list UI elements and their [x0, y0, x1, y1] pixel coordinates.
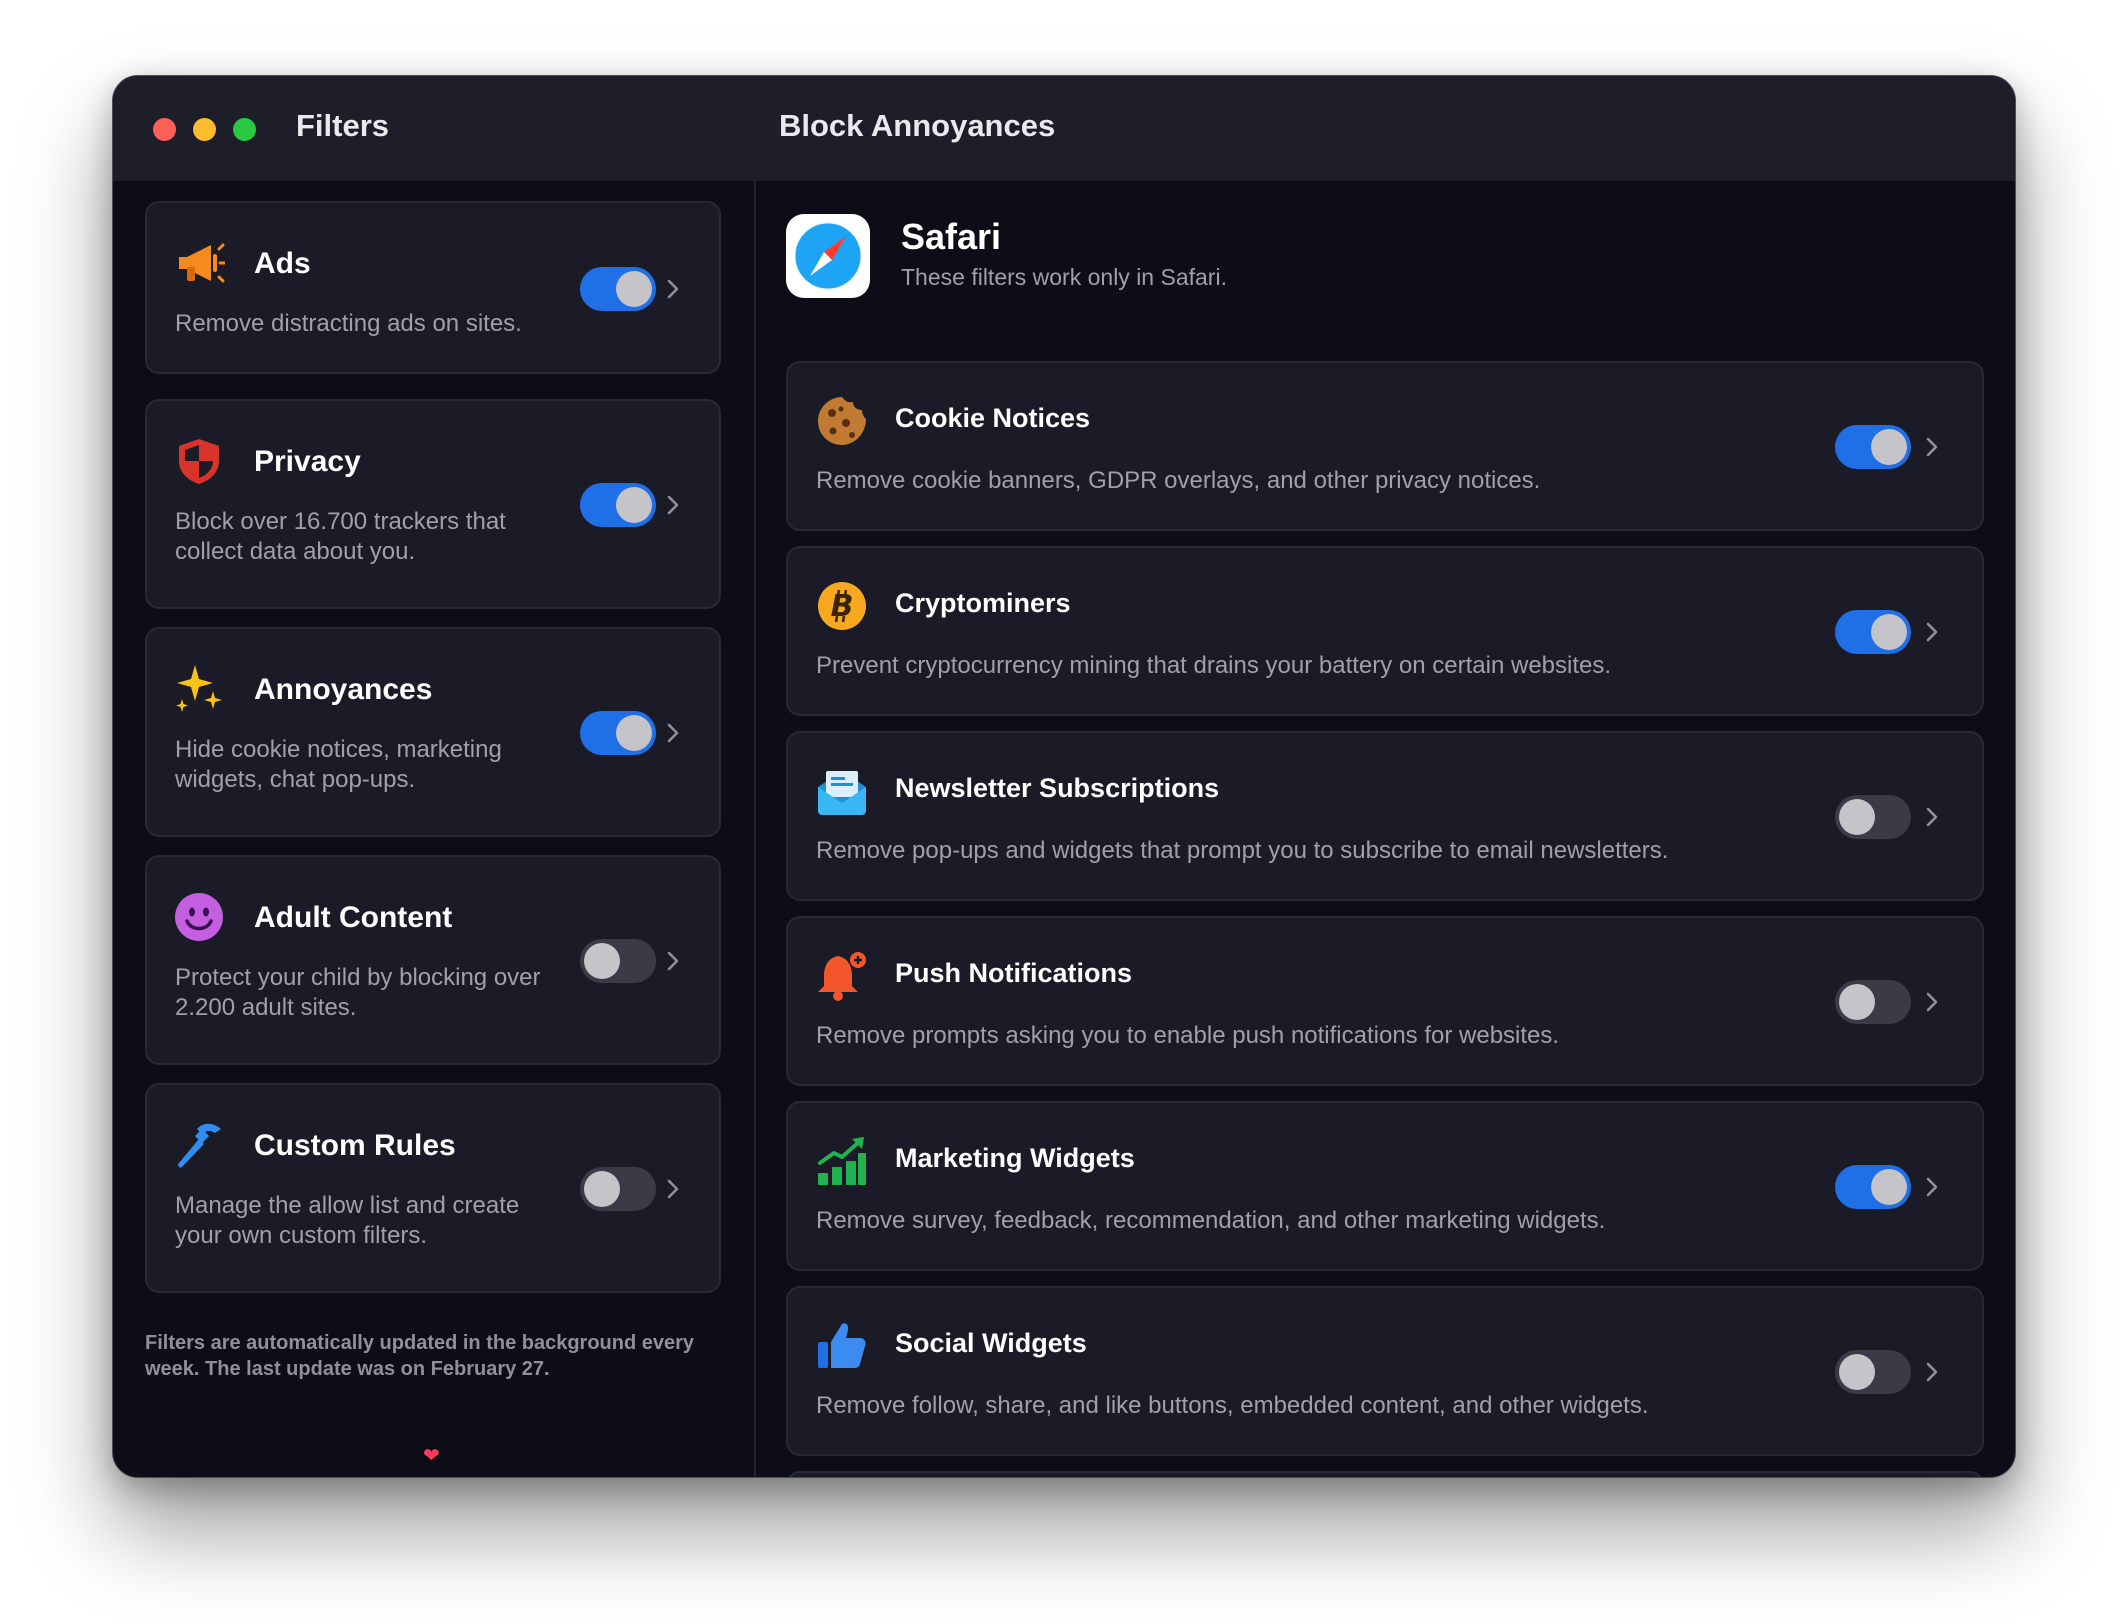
chevron-right-icon[interactable]	[1921, 1176, 1943, 1198]
sidebar-item-title: Privacy	[254, 445, 361, 478]
close-window-button[interactable]	[153, 118, 176, 141]
chevron-right-icon[interactable]	[1921, 991, 1943, 1013]
filter-title: Cookie Notices	[895, 403, 1091, 433]
privacy-toggle[interactable]	[580, 483, 656, 527]
filter-card-partial[interactable]	[786, 1471, 1984, 1477]
custom-rules-toggle[interactable]	[580, 1167, 656, 1211]
toggle-knob	[584, 943, 620, 979]
annoyances-toggle[interactable]	[580, 711, 656, 755]
filter-title: Social Widgets	[895, 1328, 1087, 1358]
browser-name: Safari	[901, 216, 1002, 257]
browser-subtitle: These filters work only in Safari.	[901, 264, 1227, 290]
filter-title: Cryptominers	[895, 588, 1071, 618]
chevron-right-icon[interactable]	[662, 950, 684, 972]
zoom-window-button[interactable]	[233, 118, 256, 141]
cryptominers-toggle[interactable]	[1835, 610, 1911, 654]
adult-content-toggle[interactable]	[580, 939, 656, 983]
sidebar-item-description: Block over 16.700 trackers that collect …	[175, 508, 506, 565]
thumbs-up-icon	[816, 1320, 868, 1372]
filter-title: Push Notifications	[895, 958, 1133, 988]
filter-push-notifications[interactable]: Push Notifications Remove prompts asking…	[786, 916, 1984, 1086]
chart-icon	[816, 1135, 868, 1187]
toggle-knob	[616, 271, 652, 307]
sidebar-item-privacy[interactable]: Privacy Block over 16.700 trackers that …	[145, 399, 721, 609]
filter-description: Prevent cryptocurrency mining that drain…	[816, 652, 1612, 679]
toggle-knob	[1839, 984, 1875, 1020]
toggle-knob	[1871, 429, 1907, 465]
chevron-right-icon[interactable]	[1921, 806, 1943, 828]
filter-description: Remove pop-ups and widgets that prompt y…	[816, 837, 1669, 864]
megaphone-icon	[173, 237, 225, 289]
chevron-right-icon[interactable]	[1921, 1361, 1943, 1383]
filter-description: Remove follow, share, and like buttons, …	[816, 1392, 1649, 1419]
sidebar-item-description: Protect your child by blocking over 2.20…	[175, 964, 541, 1021]
sidebar-item-description: Manage the allow list and create your ow…	[175, 1192, 520, 1249]
sidebar-item-title: Custom Rules	[254, 1129, 456, 1162]
cookie-icon	[816, 395, 868, 447]
app-window: Filters Block Annoyances Ads Remove dist…	[112, 75, 2016, 1478]
filter-cryptominers[interactable]: B Cryptominers Prevent cryptocurrency mi…	[786, 546, 1984, 716]
hammer-icon	[173, 1119, 225, 1171]
sidebar-title: Filters	[296, 108, 390, 143]
chevron-right-icon[interactable]	[662, 722, 684, 744]
chevron-right-icon[interactable]	[1921, 621, 1943, 643]
filter-title: Marketing Widgets	[895, 1143, 1135, 1173]
toggle-knob	[616, 715, 652, 751]
push-notifications-toggle[interactable]	[1835, 980, 1911, 1024]
toggle-knob	[616, 487, 652, 523]
filter-description: Remove cookie banners, GDPR overlays, an…	[816, 467, 1541, 494]
social-widgets-toggle[interactable]	[1835, 1350, 1911, 1394]
safari-icon	[786, 214, 870, 298]
filter-description: Remove prompts asking you to enable push…	[816, 1022, 1560, 1049]
toggle-knob	[584, 1171, 620, 1207]
sidebar-item-ads[interactable]: Ads Remove distracting ads on sites.	[145, 201, 721, 374]
title-bar: Filters Block Annoyances	[113, 76, 2015, 181]
toggle-knob	[1871, 1169, 1907, 1205]
bell-icon	[816, 950, 868, 1002]
chevron-right-icon[interactable]	[1921, 436, 1943, 458]
marketing-widgets-toggle[interactable]	[1835, 1165, 1911, 1209]
toggle-knob	[1839, 799, 1875, 835]
filter-description: Remove survey, feedback, recommendation,…	[816, 1207, 1606, 1234]
update-footnote: Filters are automatically updated in the…	[145, 1332, 695, 1380]
shield-icon	[173, 435, 225, 487]
page-title: Block Annoyances	[779, 108, 1056, 143]
chevron-right-icon[interactable]	[662, 494, 684, 516]
filter-marketing-widgets[interactable]: Marketing Widgets Remove survey, feedbac…	[786, 1101, 1984, 1271]
minimize-window-button[interactable]	[193, 118, 216, 141]
chevron-right-icon[interactable]	[662, 1178, 684, 1200]
cookie-notices-toggle[interactable]	[1835, 425, 1911, 469]
chevron-right-icon[interactable]	[662, 278, 684, 300]
newsletter-subscriptions-toggle[interactable]	[1835, 795, 1911, 839]
sidebar-item-description: Remove distracting ads on sites.	[175, 310, 522, 337]
filter-title: Newsletter Subscriptions	[895, 773, 1220, 803]
sidebar-item-description: Hide cookie notices, marketing widgets, …	[175, 736, 502, 793]
svg-text:B: B	[831, 589, 854, 624]
ads-toggle[interactable]	[580, 267, 656, 311]
toggle-knob	[1839, 1354, 1875, 1390]
filter-social-widgets[interactable]: Social Widgets Remove follow, share, and…	[786, 1286, 1984, 1456]
heart-icon: ❤	[423, 1445, 440, 1467]
filter-newsletter-subscriptions[interactable]: Newsletter Subscriptions Remove pop-ups …	[786, 731, 1984, 901]
filter-cookie-notices[interactable]: Cookie Notices Remove cookie banners, GD…	[786, 361, 1984, 531]
sidebar-item-annoyances[interactable]: Annoyances Hide cookie notices, marketin…	[145, 627, 721, 837]
sidebar-item-title: Ads	[254, 247, 311, 280]
sidebar-item-adult-content[interactable]: Adult Content Protect your child by bloc…	[145, 855, 721, 1065]
sidebar-item-custom-rules[interactable]: Custom Rules Manage the allow list and c…	[145, 1083, 721, 1293]
sparkles-icon	[173, 663, 225, 715]
sidebar-divider	[754, 181, 756, 1477]
sidebar-item-title: Adult Content	[254, 901, 453, 934]
sidebar-item-title: Annoyances	[254, 673, 433, 706]
toggle-knob	[1871, 614, 1907, 650]
envelope-icon	[816, 765, 868, 817]
bitcoin-icon: B	[816, 580, 868, 632]
smiley-icon	[173, 891, 225, 943]
